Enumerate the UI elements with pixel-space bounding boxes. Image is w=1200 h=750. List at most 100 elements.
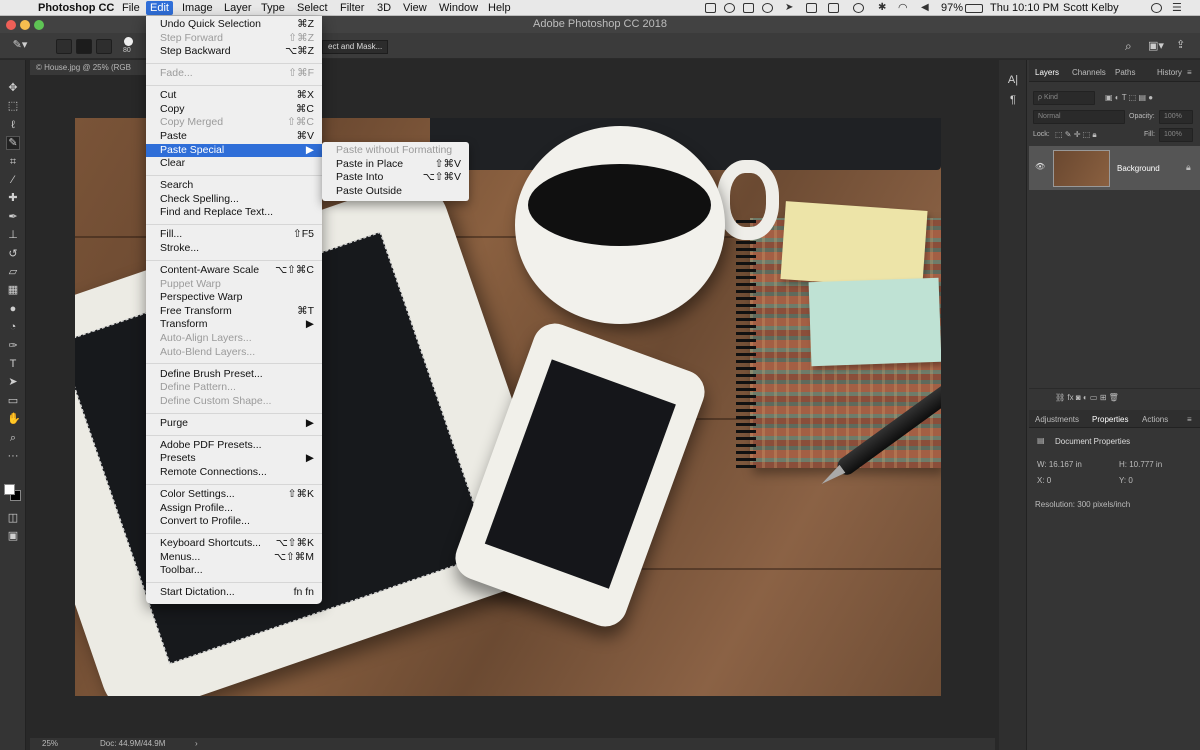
menu-item-undo-quick-selection[interactable]: Undo Quick Selection ⌘Z	[146, 18, 322, 32]
layer-filter-input[interactable]: ρ Kind	[1033, 91, 1095, 105]
menu-item-auto-align-layers[interactable]: Auto-Align Layers...	[146, 332, 322, 346]
foreground-color-swatch[interactable]	[4, 484, 15, 495]
menu-item-toolbar[interactable]: Toolbar...	[146, 564, 322, 578]
menu-filter[interactable]: Filter	[336, 1, 368, 15]
menu-type[interactable]: Type	[257, 1, 289, 15]
new-selection-brush-icon[interactable]	[56, 39, 72, 54]
healing-brush-tool-icon[interactable]: ✚	[7, 192, 19, 204]
minimize-window-button[interactable]	[20, 20, 30, 30]
menu-layer[interactable]: Layer	[220, 1, 256, 15]
menu-view[interactable]: View	[399, 1, 431, 15]
menu-item-define-brush-preset[interactable]: Define Brush Preset...	[146, 368, 322, 382]
screen-mode-icon[interactable]: ▣	[7, 530, 19, 542]
type-tool-icon[interactable]: T	[7, 358, 19, 370]
menu-item-auto-blend-layers[interactable]: Auto-Blend Layers...	[146, 346, 322, 360]
user-name[interactable]: Scott Kelby	[1063, 0, 1119, 16]
menu-item-convert-to-profile[interactable]: Convert to Profile...	[146, 515, 322, 529]
search-icon[interactable]: ⌕	[1125, 39, 1132, 54]
layer-action-icons[interactable]: ⛓ fx ◙ ◐ ▭ ⊞ 🗑︎	[1055, 393, 1119, 402]
menu-item-purge[interactable]: Purge ▶	[146, 417, 322, 431]
menu-select[interactable]: Select	[293, 1, 332, 15]
wifi-icon[interactable]: ◠	[898, 3, 909, 14]
menu-item-paste[interactable]: Paste ⌘V	[146, 130, 322, 144]
menu-item-adobe-pdf-presets[interactable]: Adobe PDF Presets...	[146, 439, 322, 453]
character-panel-icon[interactable]: A|	[1007, 74, 1019, 86]
info-icon[interactable]	[724, 3, 735, 13]
zoom-window-button[interactable]	[34, 20, 44, 30]
menu-file[interactable]: File	[118, 1, 144, 15]
quick-selection-tool-icon[interactable]: ✎	[6, 136, 20, 151]
panel-menu-icon[interactable]: ≡	[1187, 68, 1192, 77]
menu-item-start-dictation[interactable]: Start Dictation... fn fn	[146, 586, 322, 600]
hand-tool-icon[interactable]: ✋	[7, 413, 21, 425]
menu-item-search[interactable]: Search	[146, 179, 322, 193]
location-icon[interactable]: ➤	[785, 3, 796, 13]
menu-item-remote-connections[interactable]: Remote Connections...	[146, 466, 322, 480]
menu-item-paste-without-formatting[interactable]: Paste without Formatting	[322, 144, 469, 158]
workspace-icon[interactable]: ▣▾	[1148, 39, 1164, 52]
zoom-level[interactable]: 25%	[42, 738, 58, 750]
menu-item-paste-special[interactable]: Paste Special ▶	[146, 143, 322, 158]
battery-icon[interactable]	[965, 4, 983, 13]
move-tool-icon[interactable]: ✥	[7, 82, 19, 94]
eraser-tool-icon[interactable]: ▱	[7, 266, 19, 278]
dodge-tool-icon[interactable]: ◔	[7, 321, 19, 333]
close-window-button[interactable]	[6, 20, 16, 30]
rectangle-tool-icon[interactable]: ▭	[7, 395, 19, 407]
menu-edit[interactable]: Edit	[146, 1, 173, 15]
tab-layers[interactable]: Layers	[1035, 68, 1059, 77]
menu-item-paste-in-place[interactable]: Paste in Place ⇧⌘V	[322, 158, 469, 172]
menu-item-step-backward[interactable]: Step Backward ⌥⌘Z	[146, 45, 322, 59]
filter-type-icons[interactable]: ▣ ◐ T ⬚ ▤ ●	[1105, 93, 1153, 102]
doc-size[interactable]: Doc: 44.9M/44.9M	[100, 738, 165, 750]
menu-item-paste-outside[interactable]: Paste Outside	[322, 185, 469, 199]
layer-row-background[interactable]: 👁︎ Background 🔒︎	[1029, 146, 1200, 190]
sync-icon[interactable]	[762, 3, 773, 13]
airplay-icon[interactable]	[806, 3, 817, 13]
tab-history[interactable]: History	[1157, 68, 1182, 77]
menu-item-transform[interactable]: Transform ▶	[146, 318, 322, 332]
display-icon[interactable]	[828, 3, 839, 13]
crop-tool-icon[interactable]: ⌗	[7, 156, 19, 168]
menu-window[interactable]: Window	[435, 1, 482, 15]
layer-name[interactable]: Background	[1117, 164, 1160, 173]
screen-record-icon[interactable]	[705, 3, 716, 13]
tab-paths[interactable]: Paths	[1115, 68, 1135, 77]
menu-item-free-transform[interactable]: Free Transform ⌘T	[146, 305, 322, 319]
marquee-tool-icon[interactable]: ⬚	[7, 100, 19, 112]
tab-properties[interactable]: Properties	[1092, 415, 1128, 424]
app-menu[interactable]: Photoshop CC	[34, 1, 118, 15]
menu-item-fade[interactable]: Fade... ⇧⌘F	[146, 67, 322, 81]
menu-item-color-settings[interactable]: Color Settings... ⇧⌘K	[146, 488, 322, 502]
select-and-mask-button[interactable]: ect and Mask...	[322, 40, 389, 54]
more-tools-icon[interactable]: ···	[7, 450, 19, 462]
fill-field[interactable]: 100%	[1159, 128, 1193, 142]
opacity-field[interactable]: 100%	[1159, 110, 1193, 124]
menu-item-cut[interactable]: Cut ⌘X	[146, 89, 322, 103]
clock[interactable]: Thu 10:10 PM	[990, 0, 1059, 16]
menu-item-perspective-warp[interactable]: Perspective Warp	[146, 291, 322, 305]
menu-item-menus[interactable]: Menus... ⌥⇧⌘M	[146, 551, 322, 565]
dropbox-icon[interactable]	[743, 3, 754, 13]
paragraph-panel-icon[interactable]: ¶	[1007, 94, 1019, 106]
spotlight-icon[interactable]	[1151, 3, 1162, 13]
menu-item-define-custom-shape[interactable]: Define Custom Shape...	[146, 395, 322, 409]
height-value[interactable]: H: 10.777 in	[1119, 460, 1162, 469]
apple-icon[interactable]	[8, 1, 16, 15]
subtract-selection-brush-icon[interactable]	[96, 39, 112, 54]
history-brush-tool-icon[interactable]: ↺	[7, 248, 19, 260]
brush-size[interactable]: 80	[123, 47, 131, 54]
menu-item-find-and-replace-text[interactable]: Find and Replace Text...	[146, 206, 322, 220]
tool-preset-picker[interactable]: ✎▾	[8, 39, 32, 51]
pen-tool-icon[interactable]: ✑	[7, 340, 19, 352]
menu-item-paste-into[interactable]: Paste Into ⌥⇧⌘V	[322, 171, 469, 185]
menu-item-stroke[interactable]: Stroke...	[146, 242, 322, 256]
clone-stamp-tool-icon[interactable]: ⊥	[7, 229, 19, 241]
menu-item-assign-profile[interactable]: Assign Profile...	[146, 502, 322, 516]
menu-item-keyboard-shortcuts[interactable]: Keyboard Shortcuts... ⌥⇧⌘K	[146, 537, 322, 551]
add-to-selection-brush-icon[interactable]	[76, 39, 92, 54]
menu-item-step-forward[interactable]: Step Forward ⇧⌘Z	[146, 32, 322, 46]
menu-item-puppet-warp[interactable]: Puppet Warp	[146, 278, 322, 292]
tab-actions[interactable]: Actions	[1142, 415, 1168, 424]
gradient-tool-icon[interactable]: ▦	[7, 284, 19, 296]
